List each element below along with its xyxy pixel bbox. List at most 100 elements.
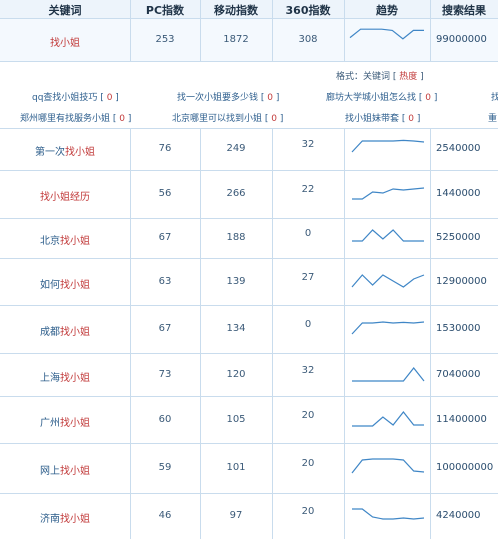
pc-index: 46	[158, 510, 172, 521]
mobile-index: 120	[226, 369, 246, 380]
keyword-link[interactable]: 找小姐经历	[0, 188, 130, 203]
search-results: 1440000	[436, 188, 481, 199]
keyword-link[interactable]: 第一次找小姐	[0, 143, 130, 158]
pc-index: 56	[158, 188, 172, 199]
pc-index: 60	[158, 414, 172, 425]
index-360: 0	[304, 228, 312, 239]
index-360: 20	[301, 410, 315, 421]
trend-line	[351, 321, 425, 335]
header-trend: 趋势	[376, 4, 398, 17]
related-keyword-link[interactable]: 重	[488, 111, 497, 124]
trend-line	[349, 28, 424, 40]
column-divider	[344, 129, 345, 539]
mobile-index: 97	[229, 510, 243, 521]
related-keyword-link[interactable]: 找	[491, 90, 498, 103]
search-results: 11400000	[436, 414, 487, 425]
table-row: 第一次找小姐 76 249 32 2540000	[0, 128, 498, 171]
column-divider	[272, 129, 273, 539]
trend-line	[352, 508, 425, 520]
search-results: 2540000	[436, 143, 481, 154]
trend-sparkline	[352, 508, 425, 520]
pc-index: 63	[158, 276, 172, 287]
mobile-index: 249	[226, 143, 246, 154]
table-row: 上海找小姐 73 120 32 7040000	[0, 353, 498, 397]
header-keyword: 关键词	[48, 4, 82, 17]
table-row: 广州找小姐 60 105 20 11400000	[0, 396, 498, 444]
trend-line	[352, 367, 425, 382]
search-results: 100000000	[436, 462, 494, 473]
main-trend-sparkline	[349, 28, 424, 40]
related-keyword-link[interactable]: 廊坊大学城小姐怎么找 [ 0 ]	[326, 90, 437, 103]
table-row: 找小姐经历 56 266 22 1440000	[0, 170, 498, 219]
table-row: 成都找小姐 67 134 0 1530000	[0, 305, 498, 354]
keyword-link[interactable]: 济南找小姐	[0, 510, 130, 525]
trend-sparkline	[352, 229, 424, 242]
main-keyword-row: 找小姐 253 1872 308 99000000	[0, 19, 498, 62]
index-360: 22	[301, 184, 315, 195]
column-divider	[130, 129, 131, 539]
main-mobile-index: 1872	[223, 34, 249, 45]
keyword-table: 关键词 PC指数 移动指数 360指数 趋势 搜索结果 找小姐 253 1872…	[0, 0, 498, 539]
header-search-results: 搜索结果	[442, 4, 486, 17]
index-360: 0	[304, 319, 312, 330]
column-divider	[430, 129, 431, 539]
column-divider	[272, 0, 273, 61]
keyword-link[interactable]: 广州找小姐	[0, 414, 130, 429]
mobile-index: 266	[226, 188, 246, 199]
keyword-link[interactable]: 北京找小姐	[0, 232, 130, 247]
trend-sparkline	[352, 367, 425, 382]
related-keyword-link[interactable]: 郑州哪里有找服务小姐 [ 0 ]	[20, 111, 131, 124]
keyword-link[interactable]: 成都找小姐	[0, 323, 130, 338]
mobile-index: 101	[226, 462, 246, 473]
main-pc-index: 253	[155, 34, 175, 45]
related-keywords-panel: 格式：关键词 [ 热度 ] qq查找小姐技巧 [ 0 ] 找一次小姐要多少钱 […	[0, 62, 498, 129]
search-results: 4240000	[436, 510, 481, 521]
pc-index: 59	[158, 462, 172, 473]
search-results: 12900000	[436, 276, 487, 287]
trend-sparkline	[351, 274, 425, 288]
header-mobile-index: 移动指数	[214, 4, 258, 17]
main-360-index: 308	[298, 34, 318, 45]
mobile-index: 105	[226, 414, 246, 425]
keyword-link[interactable]: 上海找小姐	[0, 369, 130, 384]
table-row: 如何找小姐 63 139 27 12900000	[0, 258, 498, 306]
index-360: 20	[301, 458, 315, 469]
header-pc-index: PC指数	[145, 4, 185, 17]
column-divider	[344, 0, 345, 61]
table-row: 济南找小姐 46 97 20 4240000	[0, 493, 498, 539]
trend-line	[352, 187, 425, 200]
mobile-index: 134	[226, 323, 246, 334]
search-results: 1530000	[436, 323, 481, 334]
main-search-results: 99000000	[436, 34, 487, 45]
keyword-link[interactable]: 网上找小姐	[0, 462, 130, 477]
column-divider	[130, 0, 131, 61]
table-header: 关键词 PC指数 移动指数 360指数 趋势 搜索结果	[0, 0, 498, 19]
index-360: 32	[301, 139, 315, 150]
trend-line	[351, 274, 425, 288]
related-keyword-link[interactable]: 北京哪里可以找到小姐 [ 0 ]	[172, 111, 283, 124]
trend-sparkline	[351, 458, 425, 474]
index-360: 27	[301, 272, 315, 283]
trend-sparkline	[351, 139, 425, 153]
format-hint: 格式：关键词 [ 热度 ]	[336, 72, 424, 82]
column-divider	[200, 129, 201, 539]
pc-index: 67	[158, 323, 172, 334]
column-divider	[200, 0, 201, 61]
index-360: 32	[301, 365, 315, 376]
index-360: 20	[301, 506, 315, 517]
related-keyword-link[interactable]: qq查找小姐技巧 [ 0 ]	[32, 90, 119, 103]
related-keyword-link[interactable]: 找一次小姐要多少钱 [ 0 ]	[177, 90, 279, 103]
search-results: 5250000	[436, 232, 481, 243]
pc-index: 67	[158, 232, 172, 243]
table-row: 网上找小姐 59 101 20 100000000	[0, 443, 498, 494]
trend-line	[352, 411, 424, 427]
mobile-index: 188	[226, 232, 246, 243]
main-keyword-link[interactable]: 找小姐	[0, 34, 130, 49]
trend-line	[351, 139, 425, 153]
related-keyword-link[interactable]: 找小姐妹带套 [ 0 ]	[345, 111, 420, 124]
keyword-link[interactable]: 如何找小姐	[0, 276, 130, 291]
pc-index: 76	[158, 143, 172, 154]
table-row: 北京找小姐 67 188 0 5250000	[0, 218, 498, 259]
trend-sparkline	[352, 187, 425, 200]
mobile-index: 139	[226, 276, 246, 287]
